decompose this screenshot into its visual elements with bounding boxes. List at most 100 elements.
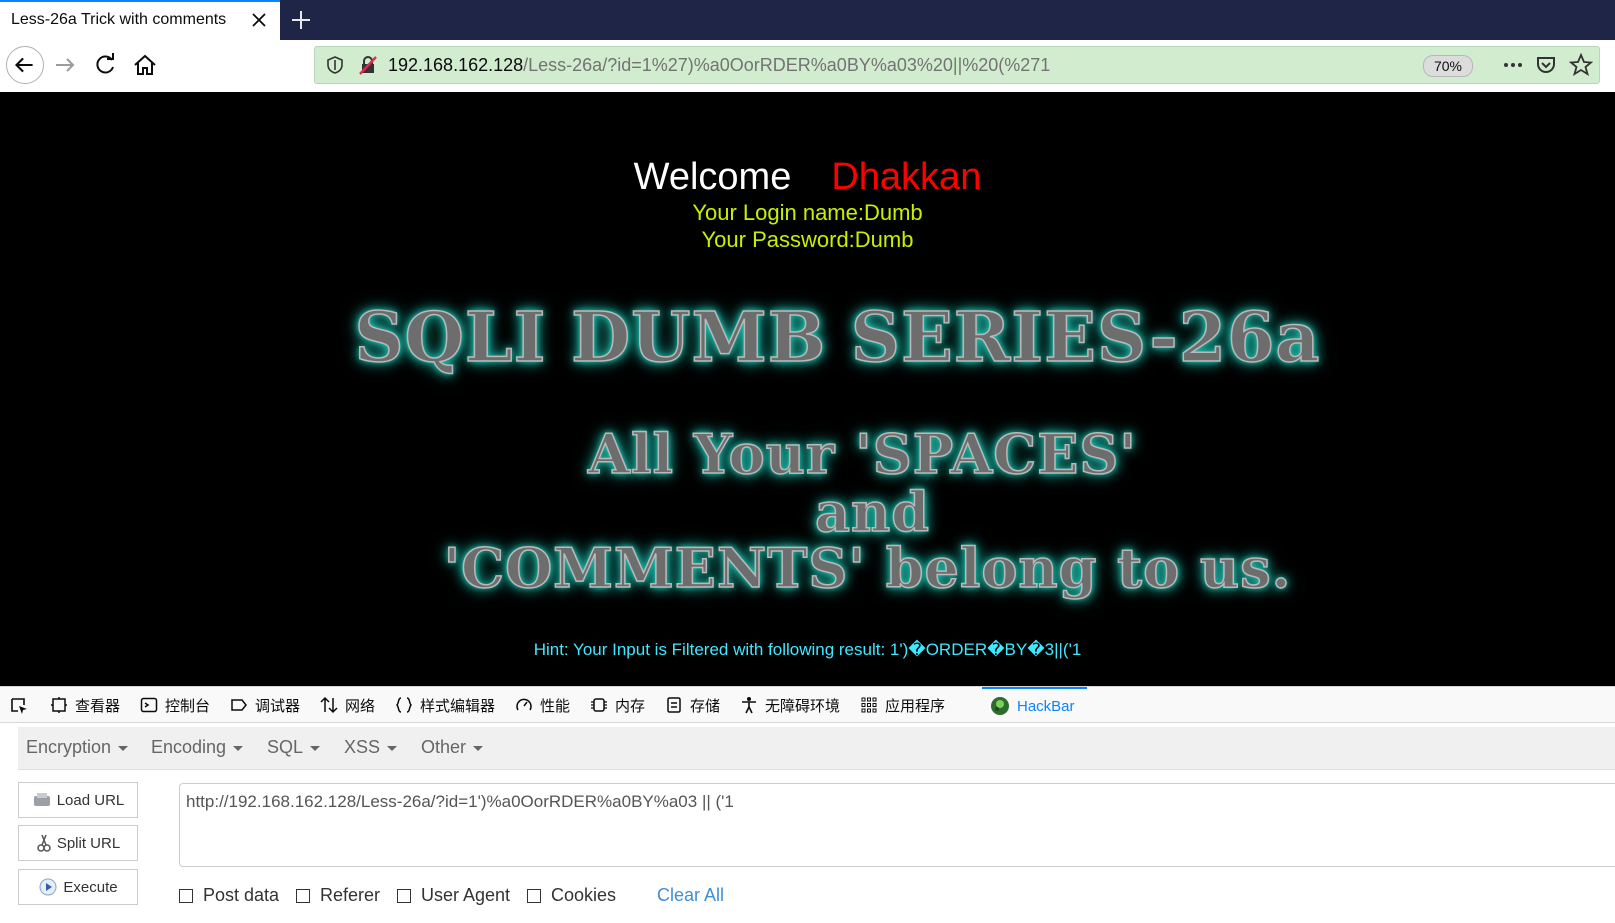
page-content: Welcome Dhakkan Your Login name:Dumb Your… <box>0 92 1615 686</box>
debugger-icon <box>231 699 247 711</box>
tab-style-editor[interactable]: 样式编辑器 <box>395 687 495 723</box>
password-line: Your Password:Dumb <box>701 227 914 252</box>
pocket-icon[interactable] <box>1535 54 1557 76</box>
checkbox-box[interactable] <box>527 888 541 903</box>
split-url-button[interactable]: Split URL <box>18 825 138 861</box>
accessibility-icon <box>742 697 756 714</box>
memory-icon <box>591 698 607 712</box>
load-url-icon <box>33 793 50 806</box>
tab-console[interactable]: 控制台 <box>140 687 210 723</box>
style-editor-icon <box>395 697 413 713</box>
menu-label: XSS <box>344 737 381 757</box>
tab-label: 应用程序 <box>885 697 946 715</box>
tab-hackbar[interactable]: HackBar <box>982 687 1087 723</box>
checkbox-label: User Agent <box>421 885 511 905</box>
welcome-text: Welcome <box>633 156 792 198</box>
menu-xss[interactable]: XSS <box>344 737 398 758</box>
hackbar-menu: Encryption Encoding SQL XSS Other <box>18 727 1615 770</box>
console-icon <box>140 697 158 713</box>
address-bar[interactable]: 192.168.162.128/Less-26a/?id=1%27)%a0Oor… <box>314 46 1600 84</box>
insecure-lock-icon[interactable] <box>357 54 379 76</box>
load-url-label: Load URL <box>56 791 125 809</box>
menu-label: Other <box>421 737 467 757</box>
home-icon[interactable] <box>130 50 160 80</box>
scissors-icon <box>37 834 51 852</box>
menu-sql[interactable]: SQL <box>267 737 321 758</box>
menu-label: Encoding <box>151 737 227 757</box>
user-agent-checkbox[interactable]: User Agent <box>397 885 510 906</box>
menu-label: SQL <box>267 737 304 757</box>
storage-icon <box>667 697 681 713</box>
tab-label: 样式编辑器 <box>420 697 496 715</box>
tab-label: 查看器 <box>75 697 121 715</box>
menu-encryption[interactable]: Encryption <box>26 737 129 758</box>
caret-down-icon <box>310 745 321 751</box>
forward-icon[interactable] <box>50 50 80 80</box>
application-icon <box>861 697 877 713</box>
tab-inspector[interactable]: 查看器 <box>50 687 120 723</box>
new-tab-icon[interactable] <box>288 7 314 33</box>
checkbox-label: Cookies <box>551 885 617 905</box>
slogan-line-3: 'COMMENTS' belong to us. <box>443 535 1292 601</box>
url-path: /Less-26a/?id=1%27)%a0OorRDER%a0BY%a03%2… <box>523 55 1051 75</box>
tab-label: 存储 <box>690 697 721 715</box>
tab-storage[interactable]: 存储 <box>665 687 720 723</box>
slogan-line-2: and <box>814 479 930 545</box>
navigation-bar: 192.168.162.128/Less-26a/?id=1%27)%a0Oor… <box>0 40 1615 93</box>
checkbox-label: Post data <box>203 885 280 905</box>
tab-performance[interactable]: 性能 <box>515 687 570 723</box>
tab-memory[interactable]: 内存 <box>590 687 645 723</box>
slogan-line-1: All Your 'SPACES' <box>587 421 1137 487</box>
menu-other[interactable]: Other <box>421 737 484 758</box>
shield-icon[interactable] <box>325 55 345 75</box>
tab-label: 控制台 <box>165 697 211 715</box>
checkbox-box[interactable] <box>296 888 310 903</box>
element-picker-icon[interactable] <box>9 696 29 716</box>
referer-checkbox[interactable]: Referer <box>296 885 380 906</box>
clear-all-link[interactable]: Clear All <box>657 885 724 906</box>
tab-label: 调试器 <box>255 697 301 715</box>
hackbar-icon <box>991 697 1009 715</box>
tab-debugger[interactable]: 调试器 <box>230 687 300 723</box>
tab-title: Less-26a Trick with comments <box>11 11 227 28</box>
hackbar-panel: Encryption Encoding SQL XSS Other Load U… <box>0 723 1615 923</box>
tab-accessibility[interactable]: 无障碍环境 <box>740 687 840 723</box>
inspector-icon <box>51 697 67 713</box>
tab-label: 内存 <box>615 697 646 715</box>
play-icon <box>39 878 57 896</box>
execute-button[interactable]: Execute <box>18 869 138 905</box>
url-textarea[interactable]: http://192.168.162.128/Less-26a/?id=1')%… <box>179 783 1615 867</box>
post-data-checkbox[interactable]: Post data <box>179 885 279 906</box>
user-name: Dhakkan <box>831 156 982 198</box>
load-url-button[interactable]: Load URL <box>18 782 138 818</box>
tab-strip: Less-26a Trick with comments <box>0 0 1615 42</box>
more-actions-icon[interactable] <box>1501 55 1525 75</box>
checkbox-box[interactable] <box>179 888 193 903</box>
checkbox-box[interactable] <box>397 888 411 903</box>
checkbox-label: Referer <box>320 885 381 905</box>
caret-down-icon <box>387 745 398 751</box>
bookmark-star-icon[interactable] <box>1569 53 1593 77</box>
caret-down-icon <box>473 745 484 751</box>
tab-network[interactable]: 网络 <box>320 687 375 723</box>
caret-down-icon <box>233 745 244 751</box>
execute-label: Execute <box>63 878 118 896</box>
url-text[interactable]: 192.168.162.128/Less-26a/?id=1%27)%a0Oor… <box>388 55 1050 76</box>
welcome-heading: Welcome Dhakkan <box>0 156 1615 199</box>
reload-icon[interactable] <box>90 50 120 80</box>
tab-application[interactable]: 应用程序 <box>860 687 945 723</box>
url-textarea-value: http://192.168.162.128/Less-26a/?id=1')%… <box>186 792 734 811</box>
login-name-line: Your Login name:Dumb <box>692 200 923 225</box>
back-icon[interactable] <box>6 46 44 84</box>
url-host: 192.168.162.128 <box>388 55 524 75</box>
cookies-checkbox[interactable]: Cookies <box>527 885 616 906</box>
close-tab-icon[interactable] <box>248 9 270 31</box>
tab-label: 无障碍环境 <box>765 697 841 715</box>
devtools-toolbar: 查看器 控制台 调试器 网络 样式编辑器 性能 内存 存储 无障碍环境 应用程序… <box>0 686 1615 723</box>
menu-encoding[interactable]: Encoding <box>151 737 244 758</box>
tab-label: 网络 <box>345 697 376 715</box>
browser-tab[interactable]: Less-26a Trick with comments <box>0 0 280 42</box>
menu-label: Encryption <box>26 737 112 757</box>
zoom-badge[interactable]: 70% <box>1423 55 1473 77</box>
tab-label: 性能 <box>540 697 571 715</box>
